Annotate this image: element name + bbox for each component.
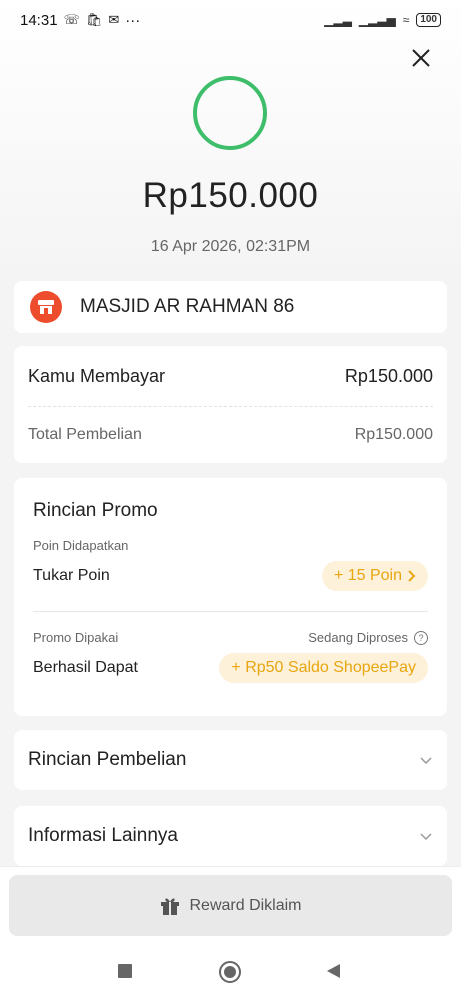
promo-pill[interactable]: + Rp50 Saldo ShopeePay <box>219 653 428 683</box>
chevron-down-icon <box>420 833 432 841</box>
paid-row: Kamu Membayar Rp150.000 <box>28 346 433 406</box>
payment-summary-card: Kamu Membayar Rp150.000 Total Pembelian … <box>14 346 447 463</box>
close-icon <box>412 49 430 67</box>
promo-used-header: Promo Dipakai Sedang Diproses ? <box>33 630 428 645</box>
status-time: 14:31 <box>20 11 58 29</box>
purchase-details-label: Rincian Pembelian <box>28 749 187 770</box>
system-nav-bar <box>0 944 461 1000</box>
points-row-label: Tukar Poin <box>33 567 110 584</box>
promo-title: Rincian Promo <box>33 500 158 521</box>
merchant-card: MASJID AR RAHMAN 86 <box>14 281 447 333</box>
points-section-label: Poin Didapatkan <box>33 538 129 553</box>
promo-divider <box>33 611 428 612</box>
shopping-bag-icon: 🛍 <box>85 12 103 27</box>
promo-status[interactable]: Sedang Diproses ? <box>308 630 428 645</box>
promo-status-label: Sedang Diproses <box>308 630 408 645</box>
whatsapp-icon: ☏ <box>63 12 80 27</box>
points-pill[interactable]: + 15 Poin <box>321 561 428 591</box>
points-row: Tukar Poin + 15 Poin <box>33 559 428 593</box>
wifi-icon: ≈ <box>402 13 410 27</box>
reward-claimed-button[interactable]: Reward Diklaim <box>9 875 452 936</box>
other-info-section[interactable]: Informasi Lainnya <box>14 806 447 866</box>
battery-icon: 100 <box>416 13 441 27</box>
help-icon: ? <box>414 630 428 645</box>
mail-icon: ✉ <box>108 12 120 27</box>
bottom-action-bar: Reward Diklaim <box>0 866 461 944</box>
payment-datetime: 16 Apr 2026, 02:31PM <box>150 238 311 255</box>
status-left: 14:31 ☏ 🛍 ✉ ··· <box>20 12 140 29</box>
status-bar: 14:31 ☏ 🛍 ✉ ··· ▁▂▃ ▁▂▃▅ ≈ 100 <box>0 0 461 40</box>
more-icon: ··· <box>125 11 141 29</box>
reward-button-label: Reward Diklaim <box>189 896 302 914</box>
promo-section-label: Promo Dipakai <box>33 630 119 645</box>
close-button[interactable] <box>409 46 433 70</box>
paid-label: Kamu Membayar <box>28 365 166 386</box>
payment-amount: Rp150.000 <box>142 176 319 215</box>
paid-value: Rp150.000 <box>344 365 433 386</box>
points-pill-label: + 15 Poin <box>333 567 402 584</box>
merchant-name: MASJID AR RAHMAN 86 <box>80 296 295 317</box>
total-row: Total Pembelian Rp150.000 <box>28 407 433 463</box>
total-label: Total Pembelian <box>28 426 142 443</box>
promo-card: Rincian Promo Poin Didapatkan Tukar Poin… <box>14 478 447 716</box>
back-button[interactable] <box>327 964 340 978</box>
shop-icon <box>30 291 62 323</box>
chevron-right-icon <box>408 570 416 582</box>
home-button[interactable] <box>219 961 241 983</box>
home-icon <box>224 966 236 978</box>
signal-icon: ▁▂▃ <box>324 13 352 27</box>
total-value: Rp150.000 <box>354 426 433 443</box>
recent-apps-button[interactable] <box>118 964 132 978</box>
other-info-label: Informasi Lainnya <box>28 825 178 846</box>
status-right: ▁▂▃ ▁▂▃▅ ≈ 100 <box>324 13 441 27</box>
promo-used-row: Berhasil Dapat + Rp50 Saldo ShopeePay <box>33 651 428 685</box>
signal-icon: ▁▂▃▅ <box>358 13 396 27</box>
success-ring-icon <box>193 76 267 150</box>
purchase-details-section[interactable]: Rincian Pembelian <box>14 730 447 790</box>
chevron-down-icon <box>420 757 432 765</box>
promo-row-label: Berhasil Dapat <box>33 659 138 676</box>
gift-icon <box>161 898 180 915</box>
